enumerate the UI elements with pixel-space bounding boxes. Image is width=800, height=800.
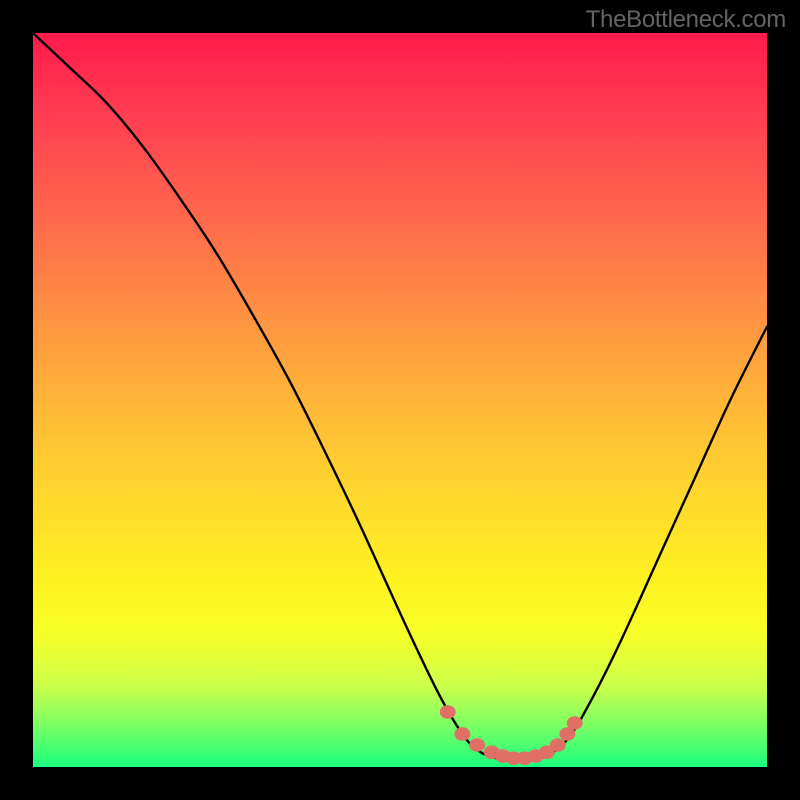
trough-marker: [469, 738, 485, 752]
bottleneck-curve: [33, 33, 767, 767]
trough-marker: [440, 705, 456, 719]
trough-marker: [567, 716, 583, 730]
watermark-text: TheBottleneck.com: [586, 6, 786, 34]
trough-marker: [454, 727, 470, 741]
plot-area: [33, 33, 767, 767]
trough-marker: [550, 738, 566, 752]
